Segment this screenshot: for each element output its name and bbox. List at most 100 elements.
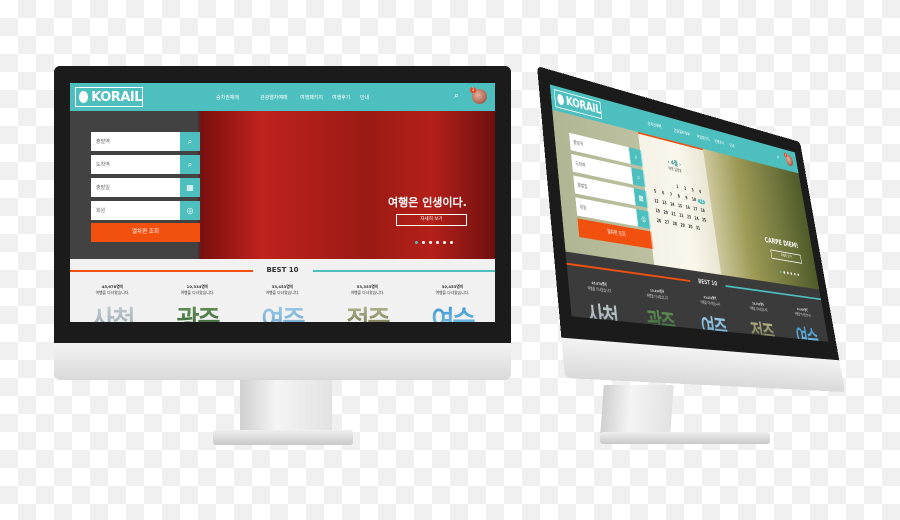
slide-dot[interactable] [797, 273, 800, 277]
korail-logo-mark-icon [556, 93, 565, 106]
korail-homepage-screen: KORAIL 승차권예매 관광열차예매 여행패키지 여행후기 안내 ⌕ 3 출발역 ⌕ 도착역 ⌕… [70, 83, 495, 322]
nav-item[interactable]: 관광열차예매 [673, 127, 691, 137]
traveler-caption: 여행을 다녀왔습니다. [587, 285, 613, 294]
slide-dot[interactable] [422, 241, 425, 244]
traveler-caption: 여행을 다녀왔습니다. [435, 290, 470, 295]
best-item[interactable]: 30,453명이 여행을 다녀왔습니다. [410, 284, 495, 296]
nav-item[interactable]: 여행패키지 [696, 134, 710, 142]
best-item[interactable]: 53,353명이 여행을 다녀왔습니다. [734, 299, 782, 315]
calendar-day[interactable]: 31 [694, 225, 702, 232]
field-label: 출발일 [577, 182, 588, 191]
field-label: 회원 [96, 208, 106, 214]
monitor-base [213, 430, 353, 445]
calendar-day[interactable]: 11 [697, 198, 706, 205]
traveler-count: 30,453명이 [441, 284, 464, 289]
slide-dot[interactable] [783, 271, 786, 274]
monitor-bezel: KORAIL 승차권예매 관광열차예매 여행패키지 여행후기 안내 ⌕ 3 출발역 ⌕ 도착역 ⌕… [54, 66, 511, 343]
calendar-day[interactable]: 18 [699, 208, 707, 215]
traveler-caption: 여행을 다녀왔습니다. [646, 292, 670, 301]
search-trains-button[interactable]: 열차편 조회 [91, 223, 200, 242]
traveler-caption: 여행을 다녀왔습니다. [700, 299, 721, 307]
field-label: 회원 [579, 204, 587, 212]
site-header: KORAIL 승차권예매 관광열차예매 여행패키지 여행후기 안내 ⌕ 3 [70, 83, 495, 111]
slide-dot[interactable] [793, 272, 796, 276]
next-month-icon[interactable]: › [677, 161, 682, 168]
nav-item[interactable]: 승차권예매 [216, 94, 239, 101]
arrival-field[interactable]: 도착역 ⌕ [91, 155, 200, 174]
nav-item[interactable]: 안내 [360, 94, 369, 101]
slide-dot[interactable] [443, 241, 446, 244]
city-name[interactable]: 여수 [783, 318, 829, 342]
korail-logo-mark-icon [79, 91, 89, 103]
traveler-count: 33,453명이 [271, 284, 294, 289]
nav-item[interactable]: 여행패키지 [300, 94, 323, 101]
date-field[interactable]: 출발일 ▦ [91, 178, 200, 197]
best-item[interactable]: 10,334명이 여행을 다녀왔습니다. [155, 284, 240, 296]
monitor-chin [54, 343, 511, 380]
passenger-field[interactable]: 회원 ◎ [91, 201, 200, 220]
traveler-count: 53,353명이 [356, 284, 379, 289]
logo-text: KORAIL [565, 94, 602, 117]
nav-item[interactable]: 관광열차예매 [260, 94, 288, 101]
city-name[interactable]: 여주 [686, 307, 741, 342]
slide-dot[interactable] [790, 272, 793, 275]
traveler-caption: 여행을 다녀왔습니다. [749, 305, 769, 313]
traveler-count: 10,334명이 [186, 284, 209, 289]
search-icon[interactable]: ⌕ [776, 153, 780, 161]
nav-item[interactable]: 승차권예매 [647, 120, 662, 130]
calendar-icon[interactable]: ▦ [180, 178, 200, 197]
city-name[interactable]: 사천 [569, 293, 634, 336]
monitor-stand [240, 380, 332, 432]
nav-item[interactable]: 여행후기 [714, 138, 725, 146]
field-label: 출발일 [96, 185, 110, 191]
logo-text: KORAIL [91, 89, 142, 105]
traveler-caption: 여행을 다녀왔습니다. [265, 290, 300, 295]
slide-dot[interactable] [779, 270, 782, 274]
traveler-caption: 여행을 다녀왔습니다. [95, 290, 130, 295]
best-item[interactable]: 30,453명이 여행을 다녀왔습니다. [780, 305, 824, 320]
slide-dot[interactable] [415, 241, 418, 244]
slide-dot[interactable] [450, 241, 453, 244]
search-icon[interactable]: ⌕ [180, 132, 200, 151]
city-name[interactable]: 여수 [410, 300, 495, 322]
city-name[interactable]: 광주 [155, 300, 240, 322]
calendar-day[interactable]: 25 [700, 217, 708, 224]
field-label: 도착역 [575, 161, 586, 169]
traveler-caption: 여행을 다녀왔습니다. [794, 311, 812, 318]
best-item[interactable]: 33,453명이 여행을 다녀왔습니다. [240, 284, 325, 296]
notification-badge: 3 [783, 152, 788, 158]
more-details-button[interactable]: 자세히 보기 [396, 214, 467, 226]
monitor-bezel: KORAIL 승차권예매 관광열차예매 여행패키지 여행후기 안내 ⌕ 3 출발역 ⌕ 도착역 ⌕… [537, 66, 840, 361]
korail-logo[interactable]: KORAIL [75, 87, 143, 107]
search-icon[interactable]: ⌕ [180, 155, 200, 174]
departure-field[interactable]: 출발역 ⌕ [91, 132, 200, 151]
city-name[interactable]: 전주 [325, 300, 410, 322]
field-label: 도착역 [96, 162, 110, 168]
monitor-base [600, 432, 770, 444]
city-name[interactable]: 여주 [240, 300, 325, 322]
nav-item[interactable]: 안내 [729, 142, 735, 149]
right-monitor: KORAIL 승차권예매 관광열차예매 여행패키지 여행후기 안내 ⌕ 3 출발역 ⌕ 도착역 ⌕… [537, 66, 845, 392]
calendar-day[interactable]: 4 [696, 189, 704, 196]
slide-dot[interactable] [436, 241, 439, 244]
calendar-grid: 1 2 3 4 5 6 7 8 9 10 11 12 13 14 15 16 17 18 19 20 21 22 23 24 2… [650, 179, 710, 234]
city-name[interactable]: 전주 [736, 313, 787, 342]
slide-dot[interactable] [786, 271, 789, 275]
left-monitor: KORAIL 승차권예매 관광열차예매 여행패키지 여행후기 안내 ⌕ 3 출발역 ⌕ 도착역 ⌕… [54, 66, 511, 380]
person-icon[interactable]: ◎ [180, 201, 200, 220]
traveler-count: 45,678명이 [101, 284, 124, 289]
best-item[interactable]: 53,353명이 여행을 다녀왔습니다. [325, 284, 410, 296]
slide-indicators [779, 270, 800, 277]
traveler-caption: 여행을 다녀왔습니다. [180, 290, 215, 295]
korail-homepage-screen: KORAIL 승차권예매 관광열차예매 여행패키지 여행후기 안내 ⌕ 3 출발역 ⌕ 도착역 ⌕… [549, 84, 829, 342]
best-item[interactable]: 45,678명이 여행을 다녀왔습니다. [70, 284, 155, 296]
best10-title: BEST 10 [266, 266, 299, 274]
more-details-button[interactable]: 자세히 보기 [770, 249, 802, 264]
search-icon[interactable]: ⌕ [454, 91, 459, 101]
slide-dot[interactable] [429, 241, 432, 244]
nav-item[interactable]: 여행후기 [332, 94, 350, 101]
hero-headline: 여행은 인생이다. [388, 196, 467, 209]
city-name[interactable]: 광주 [630, 301, 690, 342]
field-label: 출발역 [96, 139, 110, 145]
city-name[interactable]: 사천 [70, 300, 155, 322]
